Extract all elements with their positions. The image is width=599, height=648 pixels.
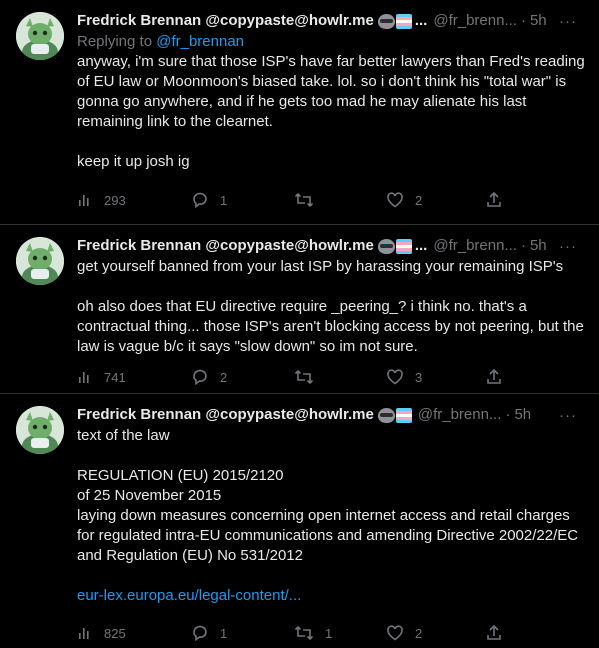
trans-flag-emoji-icon <box>395 238 412 254</box>
name-emojis <box>377 407 412 423</box>
like-button[interactable]: 3 <box>386 368 422 386</box>
tweet-paragraph: REGULATION (EU) 2015/2120 of 25 November… <box>77 467 579 564</box>
separator: · <box>505 406 511 423</box>
tweet[interactable]: Fredrick Brennan @copypaste@howlr.me ...… <box>0 0 599 225</box>
avatar-image <box>16 12 64 60</box>
replying-to: Replying to @fr_brennan <box>77 32 585 52</box>
separator: · <box>520 12 526 29</box>
tweet[interactable]: Fredrick Brennan @copypaste@howlr.me @fr… <box>0 394 599 648</box>
raccoon-emoji-icon <box>377 238 395 254</box>
name-overflow: ... <box>414 12 428 29</box>
share-button[interactable] <box>485 368 503 386</box>
views-button[interactable]: 293 <box>77 192 126 208</box>
avatar[interactable] <box>16 406 64 454</box>
raccoon-emoji-icon <box>377 13 395 29</box>
raccoon-emoji-icon <box>377 407 395 423</box>
author-handle[interactable]: @fr_brenn... <box>418 405 502 425</box>
share-button[interactable] <box>485 191 503 209</box>
author-name[interactable]: Fredrick Brennan @copypaste@howlr.me <box>77 11 374 31</box>
replying-to-link[interactable]: @fr_brennan <box>156 33 244 50</box>
author-handle[interactable]: @fr_brenn... <box>433 236 517 256</box>
retweet-button[interactable] <box>294 368 325 386</box>
reply-count: 2 <box>220 369 228 385</box>
share-icon <box>487 368 501 384</box>
retweet-icon <box>294 625 314 641</box>
timestamp[interactable]: 5h <box>530 236 547 256</box>
views-button[interactable]: 741 <box>77 369 126 385</box>
like-count: 2 <box>415 192 423 208</box>
tweet-header: Fredrick Brennan @copypaste@howlr.me ...… <box>77 10 585 32</box>
author-handle[interactable]: @fr_brenn... <box>433 11 517 31</box>
tweet-actions: 293 1 2 <box>77 190 585 210</box>
like-button[interactable]: 2 <box>386 191 422 209</box>
tweet-text: text of the law REGULATION (EU) 2015/212… <box>77 426 585 606</box>
tweet-paragraph: text of the law <box>77 427 170 444</box>
tweet-header: Fredrick Brennan @copypaste@howlr.me @fr… <box>77 404 585 426</box>
views-count: 825 <box>104 625 126 641</box>
tweet-link[interactable]: eur-lex.europa.eu/legal-content/... <box>77 587 301 604</box>
trans-flag-emoji-icon <box>395 13 412 29</box>
views-count: 741 <box>104 369 126 385</box>
views-icon <box>79 372 89 383</box>
reply-icon <box>193 625 207 642</box>
retweet-icon <box>294 369 314 385</box>
author-name[interactable]: Fredrick Brennan @copypaste@howlr.me <box>77 236 374 256</box>
tweet-paragraph: oh also does that EU directive require _… <box>77 298 584 355</box>
tweet-header: Fredrick Brennan @copypaste@howlr.me ...… <box>77 235 585 257</box>
reply-count: 1 <box>220 192 228 208</box>
retweet-icon <box>294 192 314 208</box>
views-button[interactable]: 825 <box>77 625 126 641</box>
name-emojis <box>377 238 412 254</box>
tweet-actions: 741 2 3 <box>77 367 585 387</box>
name-overflow: ... <box>414 237 428 254</box>
retweet-count: 1 <box>325 625 333 641</box>
retweet-button[interactable]: 1 <box>294 624 332 642</box>
timestamp[interactable]: 5h <box>530 11 547 31</box>
avatar[interactable] <box>16 237 64 285</box>
timestamp[interactable]: 5h <box>514 405 531 425</box>
reply-button[interactable]: 1 <box>191 191 227 209</box>
author-name[interactable]: Fredrick Brennan @copypaste@howlr.me <box>77 405 374 425</box>
replying-prefix: Replying to <box>77 33 153 50</box>
heart-icon <box>387 625 403 641</box>
reply-button[interactable]: 2 <box>191 368 227 386</box>
like-count: 3 <box>415 369 423 385</box>
heart-icon <box>387 192 403 208</box>
tweet-text: get yourself banned from your last ISP b… <box>77 257 585 357</box>
views-icon <box>79 195 89 206</box>
separator: · <box>520 237 526 254</box>
views-count: 293 <box>104 192 126 208</box>
reply-icon <box>193 192 207 209</box>
tweet[interactable]: Fredrick Brennan @copypaste@howlr.me ...… <box>0 225 599 394</box>
tweet-paragraph: anyway, i'm sure that those ISP's have f… <box>77 53 585 130</box>
retweet-button[interactable] <box>294 191 325 209</box>
reply-count: 1 <box>220 625 228 641</box>
share-icon <box>487 191 501 207</box>
tweet-paragraph: get yourself banned from your last ISP b… <box>77 258 564 275</box>
name-emojis <box>377 13 412 29</box>
like-count: 2 <box>415 625 423 641</box>
timeline: Fredrick Brennan @copypaste@howlr.me ...… <box>0 0 599 648</box>
reply-icon <box>193 369 207 386</box>
tweet-text: anyway, i'm sure that those ISP's have f… <box>77 52 585 172</box>
trans-flag-emoji-icon <box>395 407 412 423</box>
more-options-icon[interactable]: ··· <box>559 237 577 255</box>
share-icon <box>487 624 501 640</box>
avatar[interactable] <box>16 12 64 60</box>
more-options-icon[interactable]: ··· <box>559 406 577 424</box>
views-icon <box>79 628 89 639</box>
heart-icon <box>387 369 403 385</box>
avatar-image <box>16 406 64 454</box>
tweet-paragraph: keep it up josh ig <box>77 153 190 170</box>
tweet-actions: 825 1 1 2 <box>77 623 585 643</box>
more-options-icon[interactable]: ··· <box>559 12 577 30</box>
reply-button[interactable]: 1 <box>191 624 227 642</box>
like-button[interactable]: 2 <box>386 624 422 642</box>
avatar-image <box>16 237 64 285</box>
share-button[interactable] <box>485 624 503 642</box>
